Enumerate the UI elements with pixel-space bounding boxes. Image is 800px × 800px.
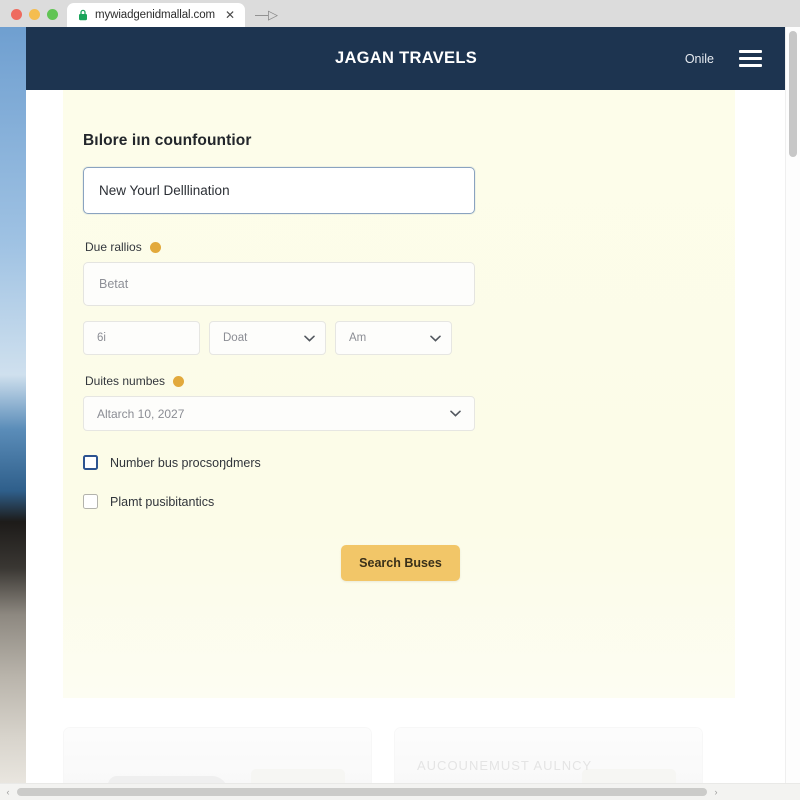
scroll-left-arrow-icon[interactable]: ‹ xyxy=(0,787,16,797)
background-photo xyxy=(0,27,26,800)
select-doat[interactable]: Doat xyxy=(209,321,326,355)
due-rallios-input[interactable]: Betat xyxy=(83,262,475,306)
browser-window: mywiadgenidmallal.com ✕ —▷ JAGAN TRAVELS… xyxy=(0,0,800,800)
lock-icon xyxy=(79,9,87,21)
field-label-duites-numbes: Duites numbes xyxy=(85,374,503,388)
hamburger-menu-icon[interactable] xyxy=(739,50,762,67)
scroll-right-arrow-icon[interactable]: › xyxy=(708,787,724,797)
search-form: Bılore iın counfountior New Yourl Dellli… xyxy=(83,132,503,581)
search-buses-button[interactable]: Search Buses xyxy=(341,545,460,581)
vertical-scrollbar-thumb[interactable] xyxy=(789,31,797,157)
destination-input[interactable]: New Yourl Delllination xyxy=(83,167,475,214)
date-select-value: Altarch 10, 2027 xyxy=(97,406,185,421)
checkbox-label: Number bus procsoŋdmers xyxy=(110,455,261,470)
page-title: Bılore iın counfountior xyxy=(83,132,252,149)
checkbox-row-preferences[interactable]: Plamt pusibitantics xyxy=(83,494,503,509)
horizontal-scrollbar-thumb[interactable] xyxy=(17,788,707,796)
submit-row: Search Buses xyxy=(83,545,718,581)
chevron-down-icon xyxy=(430,335,441,342)
select-doat-value: Doat xyxy=(223,332,248,344)
select-am[interactable]: Am xyxy=(335,321,452,355)
browser-tab[interactable]: mywiadgenidmallal.com ✕ xyxy=(67,3,246,27)
chevron-down-icon xyxy=(450,410,461,417)
header-nav: Onile xyxy=(685,50,762,67)
nav-link-online[interactable]: Onile xyxy=(685,52,714,66)
info-badge-icon[interactable] xyxy=(173,375,185,387)
vertical-scrollbar[interactable] xyxy=(785,27,800,787)
date-select[interactable]: Altarch 10, 2027 xyxy=(83,396,475,431)
close-window-button[interactable] xyxy=(11,9,22,20)
select-am-value: Am xyxy=(349,332,367,344)
checkbox-preferences[interactable] xyxy=(83,494,98,509)
checkbox-row-passengers[interactable]: Number bus procsoŋdmers xyxy=(83,455,503,470)
site-header: JAGAN TRAVELS Onile xyxy=(26,27,786,90)
search-form-panel: Bılore iın counfountior New Yourl Dellli… xyxy=(63,90,735,698)
new-tab-icon[interactable]: —▷ xyxy=(245,8,286,27)
info-badge-icon[interactable] xyxy=(149,241,161,253)
card-title: AUCOUNEMUST AULNCY xyxy=(417,758,593,773)
page-viewport: JAGAN TRAVELS Onile Bılore iın counfount… xyxy=(0,27,800,800)
tab-title: mywiadgenidmallal.com xyxy=(95,9,215,21)
website-page: JAGAN TRAVELS Onile Bılore iın counfount… xyxy=(26,27,786,800)
chevron-down-icon xyxy=(304,335,315,342)
checkbox-passengers[interactable] xyxy=(83,455,98,470)
field-label-text: Duites numbes xyxy=(85,374,166,388)
close-icon[interactable]: ✕ xyxy=(222,9,238,21)
maximize-window-button[interactable] xyxy=(47,9,58,20)
horizontal-scrollbar[interactable]: ‹ › xyxy=(0,783,800,800)
quantity-input[interactable]: 6i xyxy=(83,321,200,355)
browser-tab-strip: mywiadgenidmallal.com ✕ —▷ xyxy=(0,0,800,27)
site-logo: JAGAN TRAVELS xyxy=(334,49,478,67)
field-label-text: Due rallios xyxy=(85,240,142,254)
detail-row: 6i Doat Am xyxy=(83,321,503,355)
minimize-window-button[interactable] xyxy=(29,9,40,20)
window-controls xyxy=(0,9,67,27)
checkbox-label: Plamt pusibitantics xyxy=(110,494,215,509)
field-label-due-rallios: Due rallios xyxy=(85,240,503,254)
